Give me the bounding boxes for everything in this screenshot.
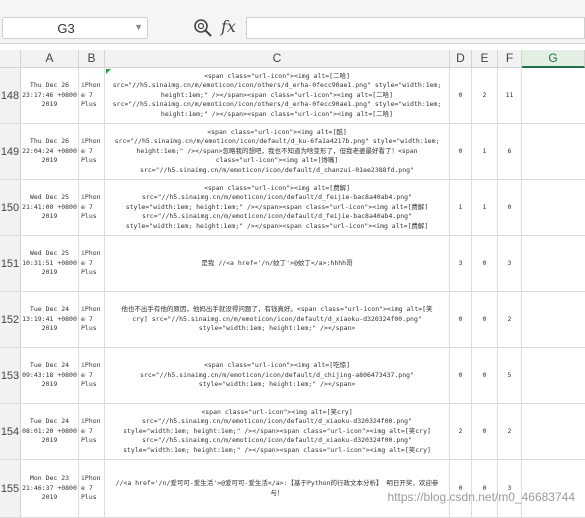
name-box-value: G3 bbox=[57, 21, 75, 36]
formula-input[interactable] bbox=[246, 17, 585, 39]
cell-device[interactable]: iPhon e 7 Plus bbox=[79, 68, 105, 123]
column-header-a[interactable]: A bbox=[21, 50, 79, 68]
column-header-e[interactable]: E bbox=[472, 50, 498, 68]
zoom-search-icon[interactable] bbox=[193, 18, 213, 38]
cell-device[interactable]: iPhon e 7 Plus bbox=[79, 124, 105, 179]
fx-icon[interactable]: fx bbox=[221, 17, 236, 36]
cell-content[interactable]: <span class="url-icon"><img alt=[酷] src=… bbox=[105, 124, 450, 179]
cell-device[interactable]: iPhon e 7 Plus bbox=[79, 236, 105, 291]
cell-f[interactable]: 3 bbox=[498, 236, 522, 291]
cell-e[interactable]: 0 bbox=[472, 404, 498, 459]
cell-content[interactable]: //<a href='/n/爱可可-爱生活'>@爱可可-爱生活</a>:【基于P… bbox=[105, 460, 450, 517]
table-row: 149 Thu Dec 26 22:04:24 +0800 2019 iPhon… bbox=[0, 124, 585, 180]
cell-date[interactable]: Tue Dec 24 13:19:41 +0800 2019 bbox=[21, 292, 79, 347]
cell-f[interactable]: 6 bbox=[498, 124, 522, 179]
cell-g[interactable] bbox=[522, 124, 585, 179]
column-header-c[interactable]: C bbox=[105, 50, 450, 68]
cell-date[interactable]: Mon Dec 23 21:46:37 +0800 2019 bbox=[21, 460, 79, 517]
row-header[interactable]: 151 bbox=[0, 236, 21, 291]
cell-e[interactable]: 0 bbox=[472, 236, 498, 291]
cell-g[interactable] bbox=[522, 348, 585, 403]
cell-content[interactable]: <span class="url-icon"><img alt=[吃惊] src… bbox=[105, 348, 450, 403]
column-header-f[interactable]: F bbox=[498, 50, 522, 68]
cell-content[interactable]: 他也不出手有他的原因，他妈出手就没得问题了，有钱真好。<span class="… bbox=[105, 292, 450, 347]
cell-g[interactable] bbox=[522, 404, 585, 459]
column-header-d[interactable]: D bbox=[450, 50, 472, 68]
cell-content[interactable]: <span class="url-icon"><img alt=[二哈] src… bbox=[105, 68, 450, 123]
cell-e[interactable]: 0 bbox=[472, 348, 498, 403]
cell-date[interactable]: Wed Dec 25 21:41:00 +0800 2019 bbox=[21, 180, 79, 235]
cell-date[interactable]: Thu Dec 26 23:17:46 +0800 2019 bbox=[21, 68, 79, 123]
row-header[interactable]: 155 bbox=[0, 460, 21, 517]
cell-g[interactable] bbox=[522, 68, 585, 123]
cell-f[interactable]: 3 bbox=[498, 460, 522, 517]
row-header[interactable]: 153 bbox=[0, 348, 21, 403]
comment-indicator bbox=[106, 69, 111, 74]
table-row: 150 Wed Dec 25 21:41:00 +0800 2019 iPhon… bbox=[0, 180, 585, 236]
cell-f[interactable]: 2 bbox=[498, 292, 522, 347]
row-header[interactable]: 148 bbox=[0, 68, 21, 123]
cell-content[interactable]: <span class="url-icon"><img alt=[费解] src… bbox=[105, 180, 450, 235]
row-header[interactable]: 154 bbox=[0, 404, 21, 459]
cell-device[interactable]: iPhon e 7 Plus bbox=[79, 460, 105, 517]
table-row: 155 Mon Dec 23 21:46:37 +0800 2019 iPhon… bbox=[0, 460, 585, 518]
cell-date[interactable]: Tue Dec 24 09:43:18 +0800 2019 bbox=[21, 348, 79, 403]
cell-e[interactable]: 1 bbox=[472, 124, 498, 179]
cell-e[interactable]: 0 bbox=[472, 460, 498, 517]
table-row: 151 Wed Dec 25 10:31:51 +0800 2019 iPhon… bbox=[0, 236, 585, 292]
cell-d[interactable]: 0 bbox=[450, 348, 472, 403]
cell-e[interactable]: 2 bbox=[472, 68, 498, 123]
cell-d[interactable]: 3 bbox=[450, 236, 472, 291]
cell-date[interactable]: Tue Dec 24 08:01:20 +0800 2019 bbox=[21, 404, 79, 459]
cell-g[interactable] bbox=[522, 460, 585, 517]
select-all-corner[interactable] bbox=[0, 50, 21, 68]
column-header-b[interactable]: B bbox=[79, 50, 105, 68]
cell-date[interactable]: Thu Dec 26 22:04:24 +0800 2019 bbox=[21, 124, 79, 179]
cell-f[interactable]: 2 bbox=[498, 404, 522, 459]
cell-f[interactable]: 0 bbox=[498, 180, 522, 235]
cell-date[interactable]: Wed Dec 25 10:31:51 +0800 2019 bbox=[21, 236, 79, 291]
cell-d[interactable]: 0 bbox=[450, 68, 472, 123]
table-row: 153 Tue Dec 24 09:43:18 +0800 2019 iPhon… bbox=[0, 348, 585, 404]
cell-f[interactable]: 11 bbox=[498, 68, 522, 123]
cell-d[interactable]: 0 bbox=[450, 124, 472, 179]
cell-g[interactable] bbox=[522, 292, 585, 347]
cell-g[interactable] bbox=[522, 180, 585, 235]
cell-device[interactable]: iPhon e 7 Plus bbox=[79, 180, 105, 235]
cell-content[interactable]: <span class="url-icon"><img alt=[笑cry] s… bbox=[105, 404, 450, 459]
cell-d[interactable]: 2 bbox=[450, 404, 472, 459]
table-row: 148 Thu Dec 26 23:17:46 +0800 2019 iPhon… bbox=[0, 68, 585, 124]
cell-d[interactable]: 1 bbox=[450, 180, 472, 235]
table-row: 154 Tue Dec 24 08:01:20 +0800 2019 iPhon… bbox=[0, 404, 585, 460]
cell-e[interactable]: 0 bbox=[472, 292, 498, 347]
watermark: https://blog.csdn.net/m0_46683744 bbox=[387, 490, 575, 504]
cell-e[interactable]: 1 bbox=[472, 180, 498, 235]
cell-f[interactable]: 5 bbox=[498, 348, 522, 403]
cell-g[interactable] bbox=[522, 236, 585, 291]
row-header[interactable]: 150 bbox=[0, 180, 21, 235]
row-header[interactable]: 149 bbox=[0, 124, 21, 179]
row-header[interactable]: 152 bbox=[0, 292, 21, 347]
formula-bar: G3 ▼ fx bbox=[0, 0, 585, 44]
chevron-down-icon[interactable]: ▼ bbox=[134, 22, 143, 32]
cell-device[interactable]: iPhon e 7 Plus bbox=[79, 292, 105, 347]
cell-content[interactable]: 是我 //<a href='/n/蚊丁'>@蚊丁</a>:hhhh哥 bbox=[105, 236, 450, 291]
cell-d[interactable]: 0 bbox=[450, 460, 472, 517]
table-row: 152 Tue Dec 24 13:19:41 +0800 2019 iPhon… bbox=[0, 292, 585, 348]
column-header-g[interactable]: G bbox=[522, 50, 585, 68]
cell-device[interactable]: iPhon e 7 Plus bbox=[79, 404, 105, 459]
name-box[interactable]: G3 ▼ bbox=[2, 17, 148, 39]
cell-device[interactable]: iPhon e 7 Plus bbox=[79, 348, 105, 403]
cell-d[interactable]: 0 bbox=[450, 292, 472, 347]
